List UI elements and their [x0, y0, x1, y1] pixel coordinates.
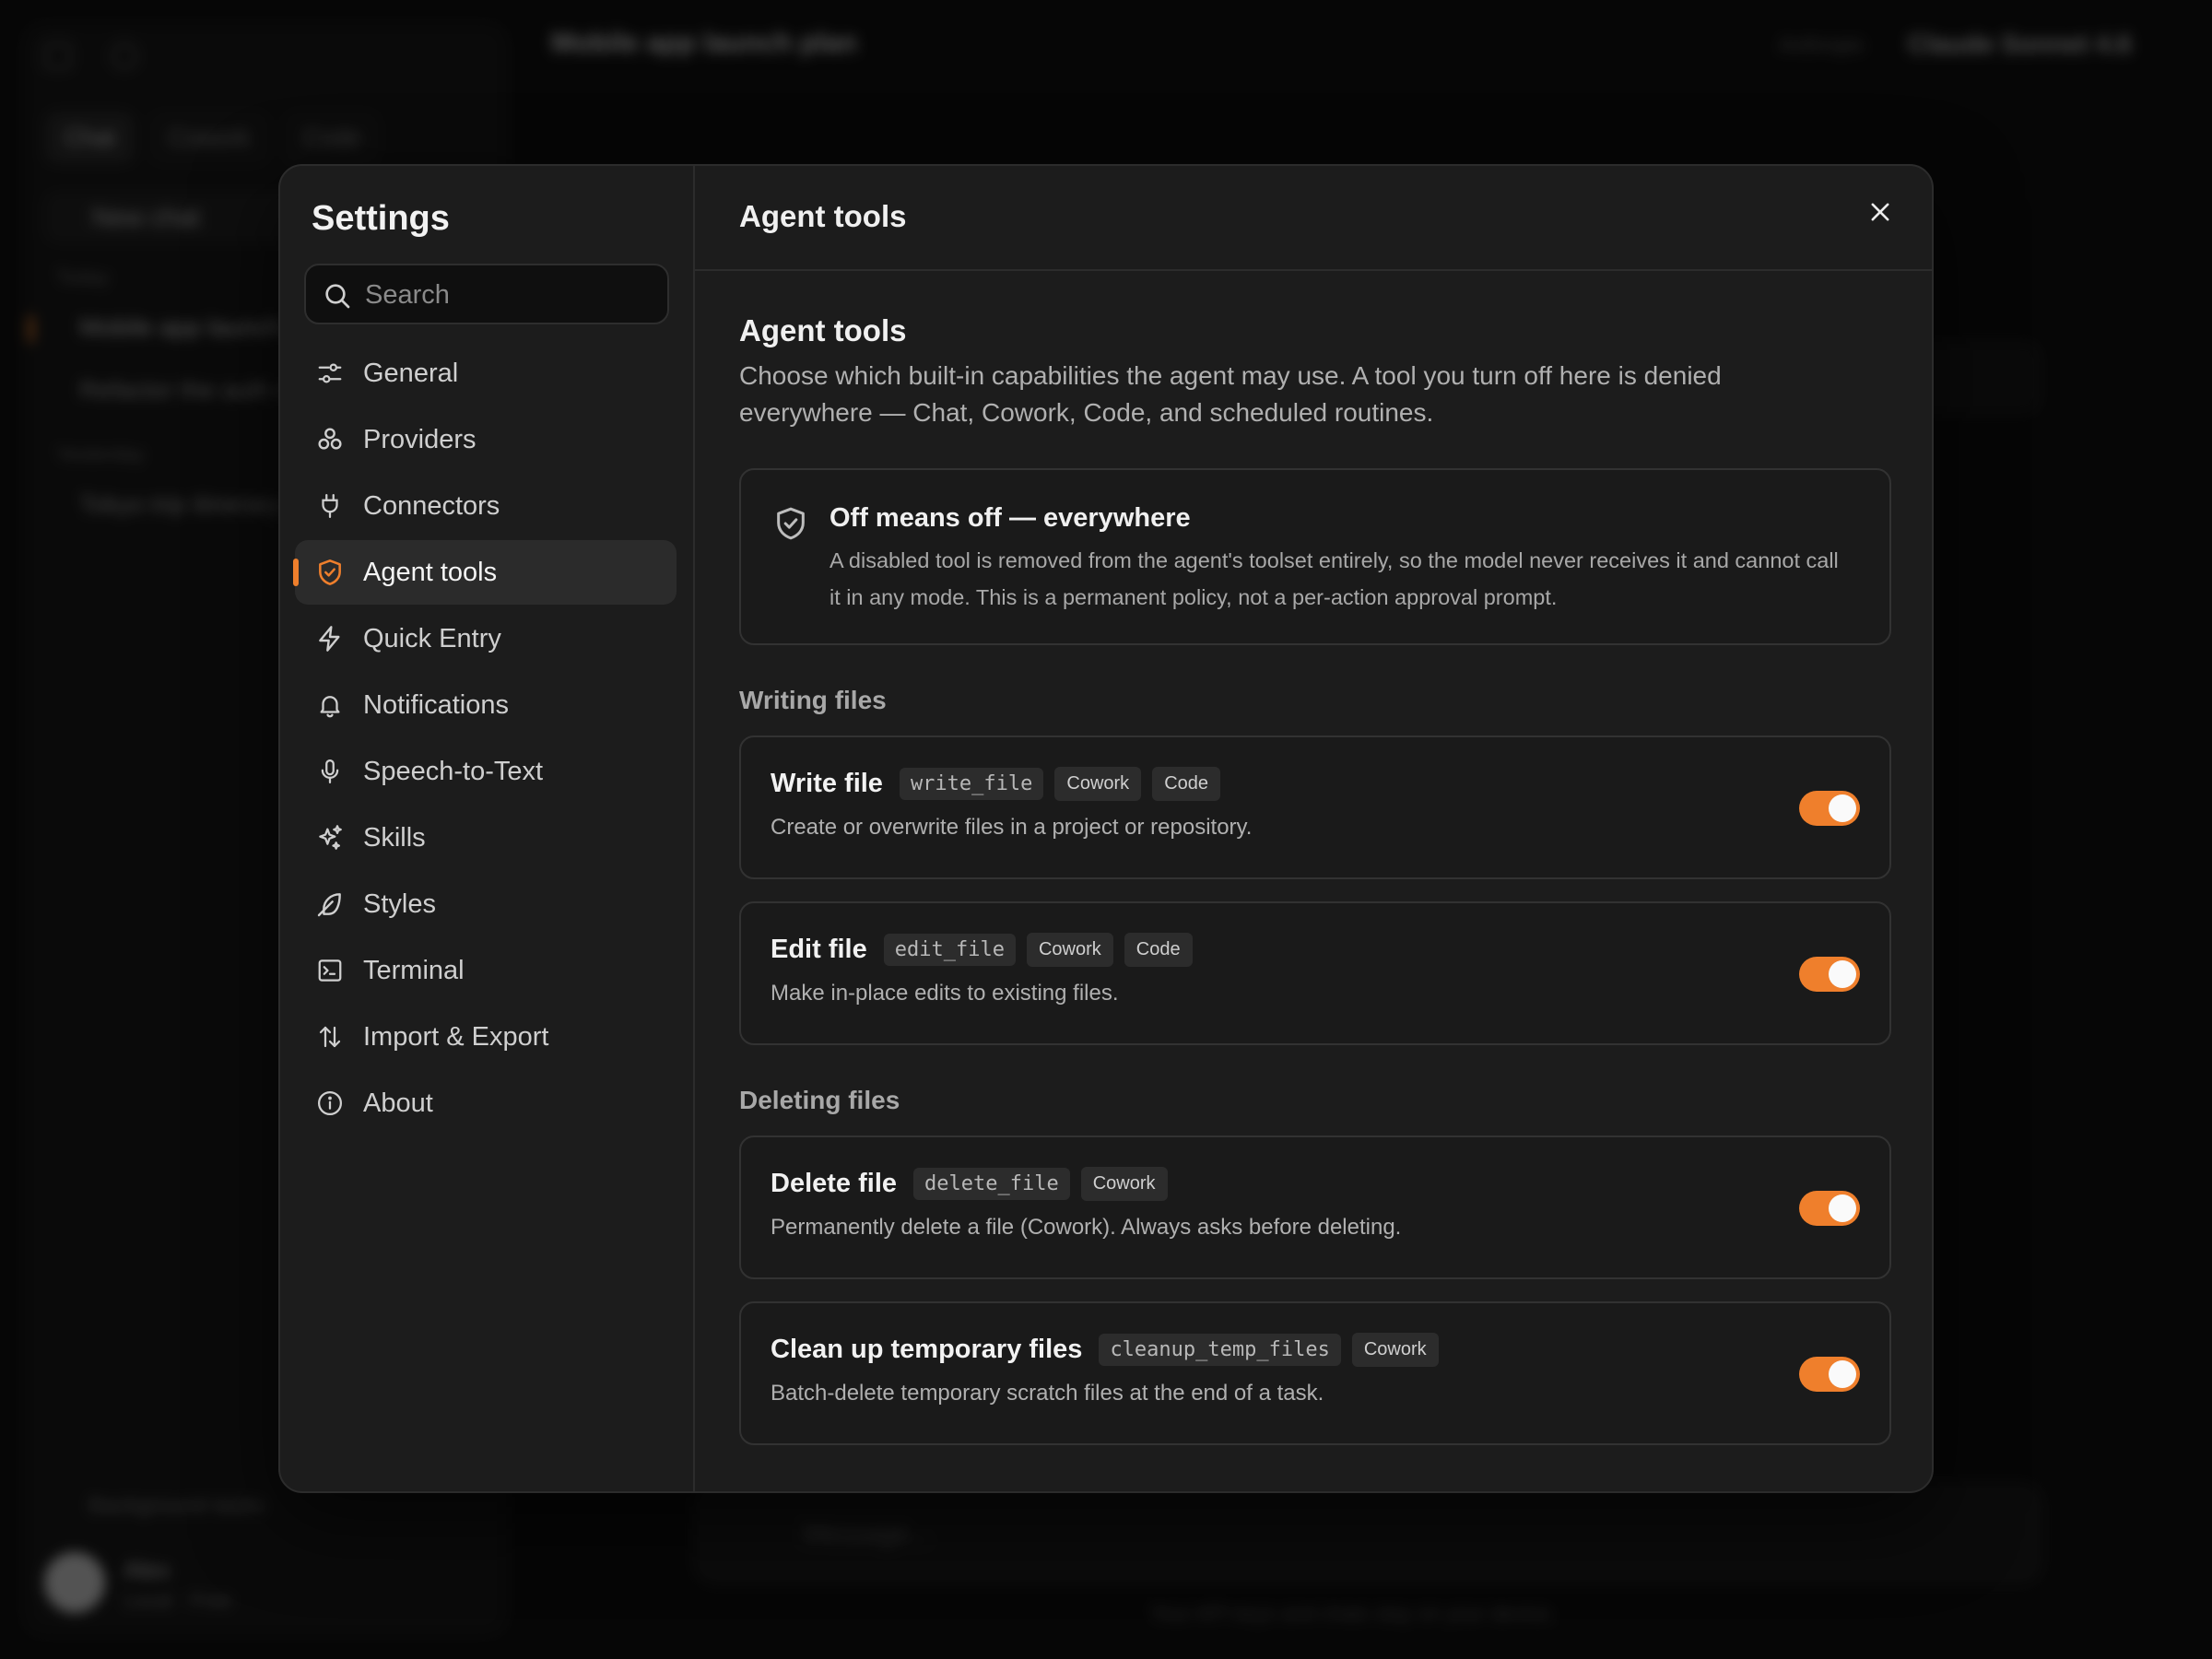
info-icon: [313, 1087, 347, 1120]
group-title-deleting-files: Deleting files: [739, 1086, 900, 1114]
write-file-toggle[interactable]: [1799, 791, 1860, 826]
nav-label: General: [363, 358, 459, 388]
shield-icon: [313, 556, 347, 589]
toggle-knob: [1829, 1360, 1856, 1388]
sparkles-icon: [313, 821, 347, 854]
tool-id-chip: write_file: [899, 768, 1044, 800]
tool-name: Clean up temporary files: [771, 1335, 1083, 1364]
tool-header: Delete file delete_file Cowork: [771, 1167, 1168, 1201]
nav-label: Import & Export: [363, 1021, 549, 1052]
notice-title: Off means off — everywhere: [830, 503, 1191, 533]
tool-card-cleanup-temp-files: Clean up temporary files cleanup_temp_fi…: [739, 1301, 1891, 1445]
nav-item-speech-to-text[interactable]: Speech-to-Text: [295, 739, 677, 804]
mode-tag: Cowork: [1054, 767, 1142, 801]
page-title: Agent tools: [739, 199, 907, 233]
feather-icon: [313, 888, 347, 921]
mode-tag: Code: [1124, 933, 1193, 967]
nav-item-terminal[interactable]: Terminal: [295, 938, 677, 1003]
cleanup-temp-files-toggle[interactable]: [1799, 1357, 1860, 1392]
tool-id-chip: delete_file: [913, 1168, 1070, 1200]
nav-item-about[interactable]: About: [295, 1071, 677, 1135]
tool-description: Batch-delete temporary scratch files at …: [771, 1381, 1324, 1406]
lightning-icon: [313, 622, 347, 655]
nav-label: Connectors: [363, 490, 500, 521]
mode-tag: Cowork: [1080, 1167, 1168, 1201]
section-description: Choose which built-in capabilities the a…: [739, 361, 1722, 427]
settings-nav-list: General Providers Connectors Agent tools: [293, 341, 677, 1137]
nav-item-providers[interactable]: Providers: [295, 407, 677, 472]
nav-item-styles[interactable]: Styles: [295, 872, 677, 936]
plug-icon: [313, 489, 347, 523]
close-button[interactable]: [1862, 194, 1899, 230]
toggle-knob: [1829, 1194, 1856, 1222]
terminal-icon: [313, 954, 347, 987]
mode-tag: Cowork: [1351, 1333, 1439, 1367]
tool-description: Make in-place edits to existing files.: [771, 981, 1119, 1006]
nav-item-notifications[interactable]: Notifications: [295, 673, 677, 737]
shield-icon: [772, 505, 809, 547]
nav-label: About: [363, 1088, 433, 1118]
settings-modal: Settings General Providers: [278, 164, 1934, 1493]
nav-item-general[interactable]: General: [295, 341, 677, 406]
search-input[interactable]: [363, 273, 662, 317]
close-icon: [1871, 203, 1889, 221]
tool-card-edit-file: Edit file edit_file Cowork Code Make in-…: [739, 901, 1891, 1045]
policy-notice: Off means off — everywhere A disabled to…: [739, 468, 1891, 645]
nav-label: Styles: [363, 888, 436, 919]
notice-body: A disabled tool is removed from the agen…: [830, 548, 1839, 609]
nav-item-connectors[interactable]: Connectors: [295, 474, 677, 538]
settings-search: [304, 264, 669, 324]
nav-label: Quick Entry: [363, 623, 501, 653]
tool-description: Create or overwrite files in a project o…: [771, 815, 1253, 840]
nav-label: Agent tools: [363, 557, 498, 587]
tool-header: Write file write_file Cowork Code: [771, 767, 1220, 801]
nav-label: Speech-to-Text: [363, 756, 544, 786]
tool-id-chip: cleanup_temp_files: [1099, 1334, 1341, 1366]
providers-icon: [313, 423, 347, 456]
tool-header: Clean up temporary files cleanup_temp_fi…: [771, 1333, 1439, 1367]
tool-card-delete-file: Delete file delete_file Cowork Permanent…: [739, 1135, 1891, 1279]
toggle-knob: [1829, 960, 1856, 988]
microphone-icon: [313, 755, 347, 788]
nav-label: Skills: [363, 822, 426, 853]
tool-description: Permanently delete a file (Cowork). Alwa…: [771, 1215, 1402, 1240]
arrows-up-down-icon: [313, 1020, 347, 1053]
toggle-knob: [1829, 794, 1856, 822]
tool-header: Edit file edit_file Cowork Code: [771, 933, 1193, 967]
nav-label: Terminal: [363, 955, 465, 985]
search-icon: [325, 284, 350, 309]
mode-tag: Code: [1152, 767, 1220, 801]
content-header: Agent tools: [695, 166, 1932, 271]
content-body: Agent tools Choose which built-in capabi…: [739, 313, 1891, 1467]
tool-card-write-file: Write file write_file Cowork Code Create…: [739, 735, 1891, 879]
section-title: Agent tools: [739, 313, 907, 347]
delete-file-toggle[interactable]: [1799, 1191, 1860, 1226]
settings-title: Settings: [312, 199, 450, 238]
tool-name: Edit file: [771, 935, 867, 964]
edit-file-toggle[interactable]: [1799, 957, 1860, 992]
bell-icon: [313, 688, 347, 722]
nav-item-agent-tools[interactable]: Agent tools: [293, 540, 677, 605]
nav-item-quick-entry[interactable]: Quick Entry: [295, 606, 677, 671]
nav-label: Providers: [363, 424, 477, 454]
group-title-writing-files: Writing files: [739, 686, 887, 714]
tool-name: Write file: [771, 769, 883, 798]
settings-content: Agent tools Agent tools Choose which bui…: [695, 166, 1932, 1491]
nav-label: Notifications: [363, 689, 509, 720]
tool-name: Delete file: [771, 1169, 897, 1198]
mode-tag: Cowork: [1026, 933, 1113, 967]
sliders-icon: [313, 357, 347, 390]
settings-nav: Settings General Providers: [280, 166, 695, 1491]
nav-item-import-export[interactable]: Import & Export: [295, 1005, 677, 1069]
tool-id-chip: edit_file: [883, 934, 1016, 966]
nav-item-skills[interactable]: Skills: [295, 806, 677, 870]
